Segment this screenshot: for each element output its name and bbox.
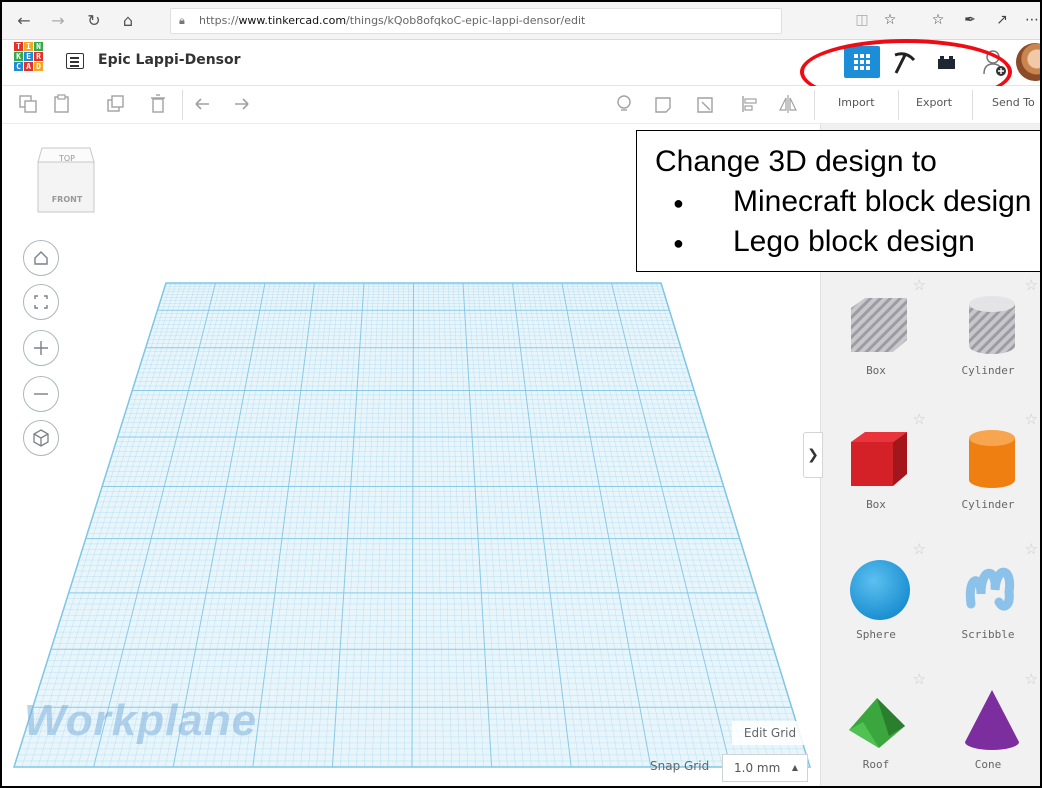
chevron-right-icon: ❯ [807,447,819,463]
box-icon [851,432,907,486]
shape-label: Box [866,364,886,377]
shape-tile[interactable]: ☆ Scribble [932,536,1040,666]
toolbar-divider [182,90,183,120]
shape-thumbnail [957,426,1027,492]
note-icon[interactable] [654,94,674,114]
shape-tile[interactable]: ☆ Box [820,406,932,536]
shape-thumbnail [845,426,915,492]
ruler-icon[interactable] [696,94,716,114]
logo-letter: R [34,52,43,61]
edit-grid-button[interactable]: Edit Grid [732,721,808,745]
roof-icon [849,698,905,748]
logo-letter: N [34,42,43,51]
snap-grid-value: 1.0 mm [734,761,781,775]
design-menu-icon[interactable] [66,53,84,69]
refresh-icon[interactable]: ↻ [82,9,106,33]
back-icon[interactable]: ← [12,9,36,33]
shape-label: Box [866,498,886,511]
toolbar-divider [898,90,899,120]
logo-letter: I [24,42,33,51]
shape-tile[interactable]: ☆ Sphere [820,536,932,666]
address-bar[interactable]: 🔒︎ https://www.tinkercad.com/things/kQob… [170,8,782,34]
url-prefix: https:// [199,14,239,27]
shape-label: Scribble [961,628,1015,641]
logo-letter: E [24,52,33,61]
forward-icon[interactable]: → [46,9,70,33]
undo-icon[interactable] [192,94,212,114]
delete-icon[interactable] [148,94,168,114]
logo-letter: T [14,42,23,51]
shape-label: Cylinder [961,498,1015,511]
shape-thumbnail [957,556,1027,622]
callout-bullet-text: Minecraft block design [733,185,1032,218]
share-icon[interactable]: ↗ [992,10,1012,30]
shape-thumbnail [845,686,915,752]
url-path: /things/kQob8ofqkoC-epic-lappi-densor/ed… [346,14,586,27]
lock-icon: 🔒︎ [179,14,185,27]
favorites-list-icon[interactable]: ☆ [928,10,948,30]
cylinder-icon [969,430,1015,488]
shape-tile[interactable]: ☆ Roof [820,666,932,786]
workplane-label: Workplane [24,696,258,745]
app-window: ← → ↻ ⌂ 🔒︎ https://www.tinkercad.com/thi… [0,0,1042,788]
shape-tile[interactable]: ☆ Cone [932,666,1040,786]
logo-letter: D [34,62,43,71]
more-icon[interactable]: ⋯ [1022,10,1040,30]
logo-letter: K [14,52,23,61]
redo-icon[interactable] [232,94,252,114]
logo-letter: C [14,62,23,71]
box-hole-icon [851,298,907,352]
view-cube-front-label: FRONT [52,195,83,204]
design-title[interactable]: Epic Lappi-Densor [98,52,241,68]
shape-thumbnail [845,292,915,358]
cone-icon [965,690,1019,750]
sphere-icon [850,560,910,620]
callout-bullet-text: Lego block design [733,225,975,258]
tinkercad-logo[interactable]: T I N K E R C A D [14,42,43,84]
collapse-panel-button[interactable]: ❯ [803,432,823,478]
snap-grid-label: Snap Grid [650,759,710,773]
shape-thumbnail [845,556,915,622]
pen-icon[interactable]: ✒ [960,10,980,30]
caret-up-icon: ▲ [791,763,798,772]
annotation-callout: Change 3D design to ● Minecraft block des… [636,130,1040,272]
duplicate-icon[interactable] [106,94,126,114]
callout-bullet: ● Lego block design [673,225,975,259]
shape-tile[interactable]: ☆ Cylinder [932,406,1040,536]
scribble-icon [965,567,1015,611]
shape-thumbnail [957,292,1027,358]
toolbar-divider [814,90,815,120]
view-cube-top-label: TOP [58,154,75,163]
shape-thumbnail [957,686,1027,752]
view-cube[interactable]: TOP FRONT [36,146,98,216]
browser-toolbar: ← → ↻ ⌂ 🔒︎ https://www.tinkercad.com/thi… [2,2,1040,40]
export-button[interactable]: Export [916,96,952,109]
url-domain: www.tinkercad.com [238,14,347,27]
shape-label: Cylinder [961,364,1015,377]
logo-letter: A [24,62,33,71]
paste-icon[interactable] [52,94,72,114]
shape-label: Cone [974,758,1002,771]
snap-grid-select[interactable]: 1.0 mm ▲ [722,754,808,782]
callout-title: Change 3D design to [655,145,937,178]
shape-label: Sphere [856,628,896,641]
cylinder-hole-icon [969,296,1015,354]
copy-icon[interactable] [18,94,38,114]
callout-bullet: ● Minecraft block design [673,185,1031,219]
align-icon[interactable] [740,94,760,114]
shape-tile[interactable]: ☆ Box [820,272,932,402]
mirror-icon[interactable] [778,94,798,114]
import-button[interactable]: Import [838,96,875,109]
shape-tile[interactable]: ☆ Cylinder [932,272,1040,402]
favorite-star-icon[interactable]: ☆ [880,10,900,30]
lightbulb-icon[interactable] [614,94,634,114]
toolbar-divider [972,90,973,120]
bullet-icon: ● [673,232,684,253]
send-to-button[interactable]: Send To [992,96,1035,109]
bullet-icon: ● [673,192,684,213]
shape-label: Roof [862,758,890,771]
reading-view-icon[interactable]: ◫ [852,10,872,30]
home-icon[interactable]: ⌂ [116,9,140,33]
